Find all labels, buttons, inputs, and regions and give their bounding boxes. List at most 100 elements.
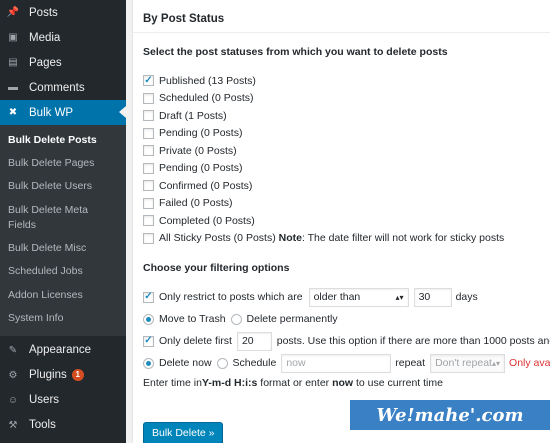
menu-item-media[interactable]: ▣ Media [0,25,126,50]
by-post-status-box: By Post Status Select the post statuses … [132,0,550,443]
limit-input[interactable]: 20 [236,331,272,351]
status-label: Draft (1 Posts) [159,109,227,122]
status-row[interactable]: Pending (0 Posts) [143,160,550,178]
update-count-badge: 1 [71,369,84,382]
status-row[interactable]: Private (0 Posts) [143,142,550,160]
status-list: Published (13 Posts) Scheduled (0 Posts) D… [143,72,550,230]
paintbrush-icon: ✎ [8,344,18,356]
limit-suffix: posts. Use this option if there are more… [276,335,550,347]
repeat-label: repeat [395,357,426,369]
status-label: Failed (0 Posts) [159,197,233,210]
menu-item-label: Posts [29,6,58,19]
status-row[interactable]: Failed (0 Posts) [143,195,550,213]
days-label: days [455,291,478,303]
menu-item-users[interactable]: ☺ Users [0,388,126,413]
delete-now-label: Delete now [159,357,212,369]
status-row[interactable]: Published (13 Posts) [143,72,550,90]
schedule-time-input[interactable]: now [281,353,392,373]
limit-checkbox[interactable] [143,335,154,347]
limit-label: Only delete first [159,335,232,347]
status-row[interactable]: Draft (1 Posts) [143,107,550,125]
status-label: Private (0 Posts) [159,144,237,157]
bulk-delete-button[interactable]: Bulk Delete » [143,422,224,443]
schedule-row: Delete now Schedule now repeat Don't rep… [143,352,550,374]
menu-item-tools[interactable]: ⚒ Tools [0,413,126,438]
menu-item-comments[interactable]: ▬ Comments [0,75,126,100]
restrict-select[interactable]: older than ▴▾ [308,287,409,307]
sticky-note-bold: Note [278,232,302,245]
schedule-radio[interactable] [216,357,228,369]
sticky-row[interactable]: All Sticky Posts (0 Posts) Note: The dat… [143,230,550,248]
submenu-item[interactable]: Addon Licenses [0,284,126,307]
menu-item-pages[interactable]: ▤ Pages [0,50,126,75]
submenu-item[interactable]: Bulk Delete Posts [0,129,126,152]
pushpin-icon: 📌 [6,7,20,18]
submenu-item[interactable]: Bulk Delete Users [0,175,126,198]
trash-label: Move to Trash [159,313,226,325]
restrict-checkbox[interactable] [143,291,154,303]
menu-item-label: Plugins [29,369,67,382]
status-checkbox[interactable] [143,75,154,87]
submenu-item[interactable]: Bulk Delete Meta Fields [0,199,126,237]
submenu-item[interactable]: Scheduled Jobs [0,260,126,283]
menu-item-posts[interactable]: 📌 Posts [0,0,126,25]
status-checkbox[interactable] [143,92,154,104]
status-label: Pending (0 Posts) [159,162,243,175]
menu-item-label: Users [29,394,60,407]
users-icon: ☺ [7,394,19,406]
time-hint: Enter time in Y-m-d H:i:s format or ente… [143,377,443,389]
menu-item-plugins[interactable]: ⚙ Plugins 1 [0,363,126,388]
schedule-label: Schedule [232,357,277,369]
days-input[interactable]: 30 [413,287,452,307]
watermark-logo: We!mahe'.com [350,400,550,430]
menu-item-label: Bulk WP [29,106,74,119]
admin-sidebar: 📌 Posts ▣ Media ▤ Pages ▬ Comments ✖ Bulk WP Bulk… [0,0,126,443]
plugin-icon: ⚙ [8,369,18,381]
trash-icon: ✖ [8,107,18,118]
menu-item-label: Pages [29,56,62,69]
status-label: Scheduled (0 Posts) [159,92,254,105]
status-row[interactable]: Scheduled (0 Posts) [143,90,550,108]
postbox-title: By Post Status [133,0,550,33]
status-label: Confirmed (0 Posts) [159,179,253,192]
limit-row: Only delete first 20 posts. Use this opt… [143,330,550,352]
status-row[interactable]: Pending (0 Posts) [143,125,550,143]
delete-now-radio[interactable] [143,357,154,369]
status-intro: Select the post statuses from which you … [143,46,448,58]
status-label: Pending (0 Posts) [159,127,243,140]
status-checkbox[interactable] [143,197,154,209]
status-label: Completed (0 Posts) [159,214,255,227]
status-checkbox[interactable] [143,215,154,227]
status-checkbox[interactable] [143,162,154,174]
wrench-icon: ⚒ [8,419,18,431]
status-checkbox[interactable] [143,180,154,192]
status-label: Published (13 Posts) [159,74,256,87]
menu-item-label: Comments [29,81,85,94]
status-checkbox[interactable] [143,145,154,157]
status-row[interactable]: Confirmed (0 Posts) [143,177,550,195]
sticky-label: All Sticky Posts (0 Posts) [159,232,276,245]
permanent-radio[interactable] [230,313,242,325]
restrict-row: Only restrict to posts which are older t… [143,286,550,308]
status-checkbox[interactable] [143,110,154,122]
submenu-item[interactable]: Bulk Delete Pages [0,152,126,175]
menu-item-settings[interactable]: ☷Settings [0,438,126,443]
delete-mode-row: Move to Trash Delete permanently [143,308,550,330]
menu-item-bulk-wp[interactable]: ✖ Bulk WP [0,100,126,125]
trash-radio[interactable] [143,313,154,325]
menu-item-label: Appearance [29,344,92,357]
updown-icon: ▴▾ [492,358,501,368]
restrict-label: Only restrict to posts which are [159,291,303,303]
menu-item-appearance[interactable]: ✎ Appearance [0,338,126,363]
status-checkbox[interactable] [143,127,154,139]
status-row[interactable]: Completed (0 Posts) [143,212,550,230]
permanent-label: Delete permanently [246,313,338,325]
pro-only-note: Only availa [509,357,550,369]
menu-item-label: Media [29,31,61,44]
pages-icon: ▤ [8,57,18,68]
sticky-checkbox[interactable] [143,232,154,244]
repeat-select[interactable]: Don't repeat ▴▾ [430,353,506,373]
submenu-item[interactable]: System Info [0,307,126,330]
sticky-note: : The date filter will not work for stic… [301,232,505,245]
submenu-item[interactable]: Bulk Delete Misc [0,237,126,260]
